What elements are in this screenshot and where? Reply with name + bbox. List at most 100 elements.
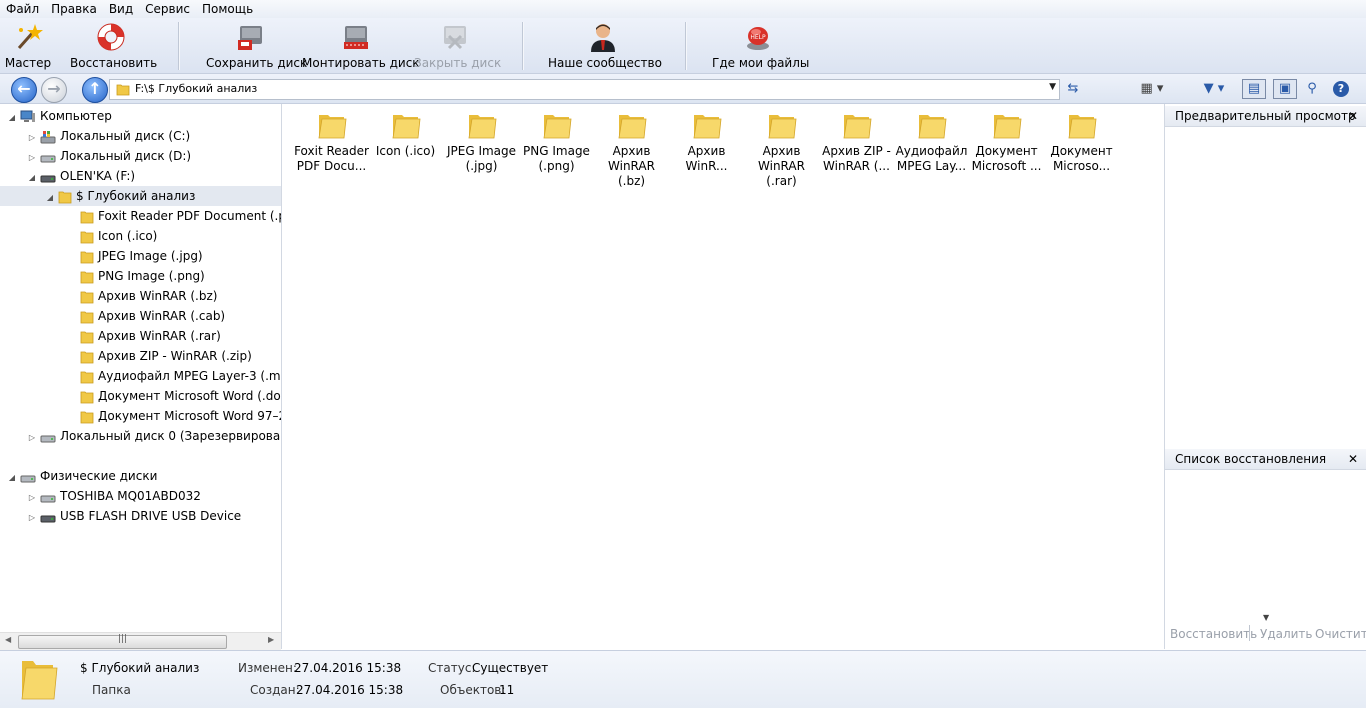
hard-disk-icon bbox=[40, 495, 56, 502]
arrow-up-icon: ↑ bbox=[88, 79, 102, 98]
divider bbox=[1249, 625, 1250, 641]
delete-button[interactable]: Удалить bbox=[1260, 627, 1313, 641]
tree-item-folder[interactable]: Архив WinRAR (.cab) bbox=[78, 306, 225, 326]
scroll-right-icon[interactable]: ▶ bbox=[268, 635, 274, 644]
file-item[interactable]: PNG Image (.png) bbox=[519, 104, 594, 184]
folder-icon bbox=[80, 231, 94, 243]
save-disk-icon bbox=[238, 26, 262, 50]
community-button[interactable]: Наше сообщество bbox=[548, 18, 662, 73]
menu-view[interactable]: Вид bbox=[103, 0, 139, 17]
file-item[interactable]: Документ Microso... bbox=[1044, 104, 1119, 184]
status-bar: $ Глубокий анализ Папка Изменен: 27.04.2… bbox=[0, 650, 1366, 708]
modified-value: 27.04.2016 15:38 bbox=[294, 661, 402, 675]
file-item[interactable]: Foxit Reader PDF Docu... bbox=[294, 104, 369, 184]
tree-item-folder[interactable]: Foxit Reader PDF Document (.pdf) bbox=[78, 206, 281, 226]
view-mode-icon[interactable]: ▦ ▾ bbox=[1136, 79, 1168, 99]
scrollbar-thumb[interactable]: ||| bbox=[18, 634, 227, 649]
chevron-down-icon[interactable]: ▼ bbox=[1263, 613, 1269, 622]
folder-icon bbox=[80, 391, 94, 403]
file-item[interactable]: Архив WinRAR (.bz) bbox=[594, 104, 669, 188]
where-files-button[interactable]: HELP Где мои файлы bbox=[712, 18, 809, 73]
back-button[interactable]: ← bbox=[11, 77, 37, 103]
arrow-left-icon: ← bbox=[17, 79, 31, 98]
svg-text:HELP: HELP bbox=[750, 34, 766, 41]
file-item[interactable]: Архив WinRAR (.rar) bbox=[744, 104, 819, 188]
tree-item-deep-analysis[interactable]: ◢ $ Глубокий анализ bbox=[0, 186, 281, 206]
tree-item-folder[interactable]: Архив WinRAR (.bz) bbox=[78, 286, 217, 306]
clear-button[interactable]: Очистить bbox=[1315, 627, 1366, 641]
expand-icon[interactable]: ▷ bbox=[26, 148, 38, 168]
tree-item-physical-disks[interactable]: ◢ Физические диски bbox=[6, 466, 157, 486]
up-button[interactable]: ↑ bbox=[82, 77, 108, 103]
address-input[interactable]: F:\$ Глубокий анализ ▼ bbox=[109, 79, 1060, 100]
search-icon[interactable]: ⚲ bbox=[1302, 79, 1322, 99]
help-icon[interactable]: ? bbox=[1331, 79, 1351, 99]
forward-button[interactable]: → bbox=[41, 77, 67, 103]
tree-item-folder[interactable]: Документ Microsoft Word 97–2003 bbox=[78, 406, 281, 426]
tree-item-usb[interactable]: ▷ USB FLASH DRIVE USB Device bbox=[26, 506, 241, 526]
tree-item-disk-f[interactable]: ◢ OLEN'KA (F:) bbox=[26, 166, 135, 186]
tree-item-folder[interactable]: Архив WinRAR (.rar) bbox=[78, 326, 221, 346]
file-item[interactable]: Архив WinR... bbox=[669, 104, 744, 184]
menu-help[interactable]: Помощь bbox=[196, 0, 259, 17]
recovery-list-header: Список восстановления ✕ bbox=[1165, 449, 1366, 470]
tree-item-folder[interactable]: Icon (.ico) bbox=[78, 226, 157, 246]
tree-horizontal-scrollbar[interactable]: ◀ ||| ▶ bbox=[0, 632, 281, 650]
tree-item-folder[interactable]: Архив ZIP - WinRAR (.zip) bbox=[78, 346, 252, 366]
file-item[interactable]: Архив ZIP - WinRAR (... bbox=[819, 104, 894, 184]
folder-icon bbox=[21, 661, 58, 700]
tree-item-folder[interactable]: Аудиофайл MPEG Layer-3 (.mp3) bbox=[78, 366, 281, 386]
chevron-down-icon[interactable]: ▼ bbox=[1049, 82, 1056, 92]
menu-edit[interactable]: Правка bbox=[45, 0, 103, 17]
collapse-icon[interactable]: ◢ bbox=[44, 188, 56, 208]
menu-service[interactable]: Сервис bbox=[139, 0, 196, 17]
toolbar-separator bbox=[685, 22, 686, 70]
folder-icon bbox=[693, 115, 721, 139]
filter-icon[interactable]: ▼ ▾ bbox=[1196, 79, 1232, 99]
folder-icon bbox=[468, 115, 496, 139]
refresh-icon[interactable]: ⇆ bbox=[1064, 79, 1082, 99]
folder-tree: ◢ Компьютер ▷ Локальный диск (C:) ▷ Локальн… bbox=[0, 104, 282, 649]
toolbar-separator bbox=[522, 22, 523, 70]
tree-item-disk-d[interactable]: ▷ Локальный диск (D:) bbox=[26, 146, 191, 166]
close-disk-button[interactable]: Закрыть диск bbox=[414, 18, 501, 73]
tree-item-toshiba[interactable]: ▷ TOSHIBA MQ01ABD032 bbox=[26, 486, 201, 506]
save-icon[interactable]: ▣ bbox=[1273, 79, 1297, 99]
status-label: Статус: bbox=[428, 661, 476, 675]
restore-button[interactable]: Восстановить bbox=[70, 18, 157, 73]
file-grid: Foxit Reader PDF Docu... Icon (.ico) JPEG… bbox=[282, 104, 1164, 649]
collapse-icon[interactable]: ◢ bbox=[6, 468, 18, 488]
tree-item-disk-0[interactable]: ▷Локальный диск 0 (Зарезервировано систе… bbox=[26, 426, 281, 448]
file-item[interactable]: Icon (.ico) bbox=[368, 104, 443, 184]
expand-icon[interactable]: ▷ bbox=[26, 488, 38, 508]
save-disk-button[interactable]: Сохранить диск bbox=[206, 18, 307, 73]
collapse-icon[interactable]: ◢ bbox=[6, 108, 18, 128]
tree-item-computer[interactable]: ◢ Компьютер bbox=[6, 106, 112, 126]
folder-icon bbox=[918, 115, 946, 139]
tree-item-folder[interactable]: JPEG Image (.jpg) bbox=[78, 246, 203, 266]
tree-item-disk-c[interactable]: ▷ Локальный диск (C:) bbox=[26, 126, 190, 146]
folder-icon bbox=[392, 115, 420, 139]
tree-item-folder[interactable]: PNG Image (.png) bbox=[78, 266, 205, 286]
folder-icon bbox=[1068, 115, 1096, 139]
expand-icon[interactable]: ▷ bbox=[26, 508, 38, 528]
collapse-icon[interactable]: ◢ bbox=[26, 168, 38, 188]
status-value: Существует bbox=[472, 661, 549, 675]
scroll-left-icon[interactable]: ◀ bbox=[5, 635, 11, 644]
wizard-button[interactable]: Мастер bbox=[4, 18, 52, 73]
selected-name: $ Глубокий анализ bbox=[80, 661, 200, 675]
expand-icon[interactable]: ▷ bbox=[26, 128, 38, 148]
tree-item-folder[interactable]: Документ Microsoft Word (.docx) bbox=[78, 386, 281, 406]
address-bar: ← → ↑ F:\$ Глубокий анализ ▼ ⇆ ▦ ▾ ▼ ▾ ▤… bbox=[0, 74, 1366, 104]
file-item[interactable]: JPEG Image (.jpg) bbox=[444, 104, 519, 184]
expand-icon[interactable]: ▷ bbox=[26, 428, 38, 448]
file-item[interactable]: Аудиофайл MPEG Lay... bbox=[894, 104, 969, 184]
menu-file[interactable]: Файл bbox=[0, 0, 45, 17]
close-icon[interactable]: ✕ bbox=[1348, 449, 1358, 469]
mount-disk-button[interactable]: Монтировать диск bbox=[302, 18, 420, 73]
close-icon[interactable]: ✕ bbox=[1348, 106, 1358, 126]
restore-list-button[interactable]: Восстановить bbox=[1170, 627, 1257, 641]
folder-icon bbox=[80, 311, 94, 323]
preview-pane-icon[interactable]: ▤ bbox=[1242, 79, 1266, 99]
file-item[interactable]: Документ Microsoft ... bbox=[969, 104, 1044, 184]
